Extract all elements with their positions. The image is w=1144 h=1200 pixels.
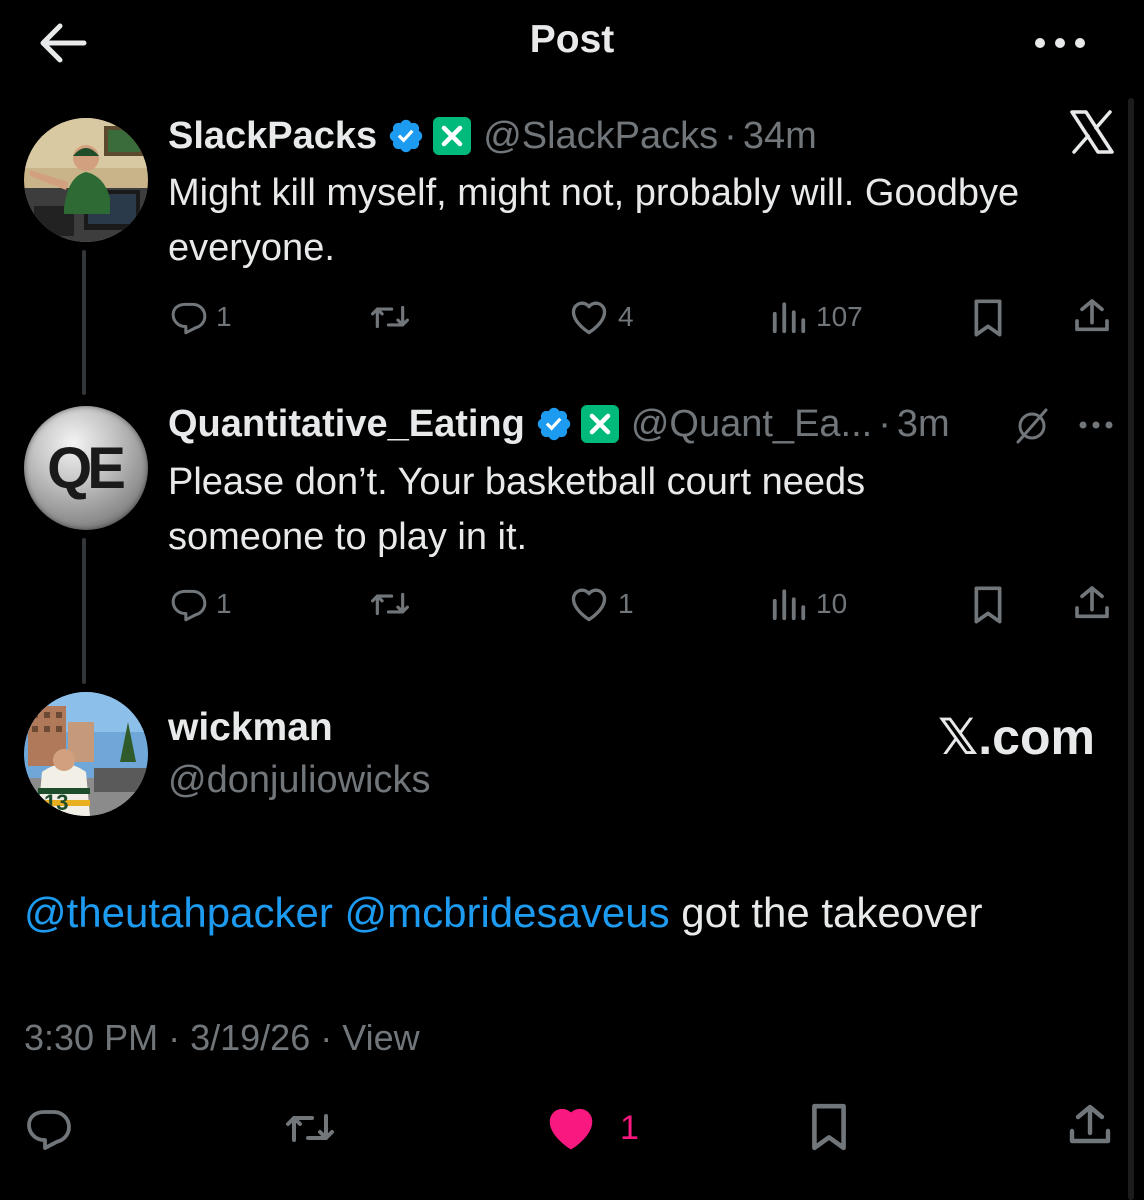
view-link[interactable]: View — [342, 1017, 419, 1058]
separator: · — [878, 402, 891, 445]
heart-icon — [571, 588, 607, 622]
views-button[interactable]: 107 — [770, 298, 863, 336]
more-icon — [1035, 38, 1085, 48]
page-title: Post — [529, 18, 615, 61]
verified-badge-icon — [537, 407, 571, 441]
views-icon — [772, 589, 806, 621]
avatar[interactable]: 13 — [24, 692, 148, 816]
svg-text:13: 13 — [44, 790, 68, 815]
post-text-line: Please don’t. Your basketball court need… — [168, 461, 866, 503]
repost-button[interactable] — [282, 1104, 346, 1152]
reply-button[interactable]: 1 — [170, 298, 232, 336]
x-affiliate-badge-icon — [433, 117, 472, 155]
post-time: 3:30 PM — [24, 1017, 159, 1058]
bookmark-icon — [974, 299, 1002, 337]
reply-icon — [171, 302, 207, 335]
post-header: Quantitative_Eating @Quant_Ea... · 3m — [168, 399, 950, 449]
more-options-button[interactable] — [1030, 28, 1090, 58]
post-text: Might kill myself, might not, probably w… — [168, 166, 1118, 276]
repost-button[interactable] — [368, 585, 420, 623]
like-button[interactable]: 1 — [568, 585, 634, 623]
repost-button[interactable] — [368, 298, 420, 336]
handle[interactable]: @SlackPacks — [483, 115, 718, 158]
bookmark-icon — [812, 1103, 846, 1151]
scrollbar[interactable] — [1128, 98, 1134, 1200]
repost-icon — [286, 1114, 334, 1142]
handle[interactable]: @donjuliowicks — [168, 759, 430, 802]
avatar-photo: 13 — [24, 692, 148, 816]
avatar[interactable] — [24, 118, 148, 242]
reply-icon — [27, 1110, 71, 1150]
like-count: 4 — [618, 301, 634, 332]
reply-icon — [171, 589, 207, 622]
like-button[interactable]: 1 — [544, 1104, 639, 1152]
share-button[interactable] — [1072, 296, 1120, 336]
post-more-button[interactable] — [1076, 414, 1116, 436]
view-count: 10 — [816, 588, 848, 619]
post-header: SlackPacks @SlackPacks · 34m — [168, 111, 817, 161]
x-logo-icon — [1068, 108, 1116, 156]
post-body: got the takeover — [681, 889, 983, 936]
views-button[interactable]: 10 — [770, 585, 847, 623]
mention-link[interactable]: @theutahpacker — [24, 889, 333, 936]
avatar[interactable]: QE — [24, 406, 148, 530]
post-text-line: Might kill myself, might not, probably w… — [168, 172, 1020, 214]
share-icon — [1075, 586, 1109, 619]
share-button[interactable] — [1066, 1100, 1122, 1150]
display-name[interactable]: Quantitative_Eating — [168, 403, 525, 446]
repost-icon — [371, 592, 409, 616]
repost-icon — [371, 305, 409, 329]
x-affiliate-badge-icon — [580, 405, 619, 443]
reply-count: 1 — [216, 588, 232, 619]
separator: · — [320, 1017, 333, 1058]
like-button[interactable]: 4 — [568, 298, 634, 336]
view-count: 107 — [816, 301, 863, 332]
heart-icon — [571, 301, 607, 335]
handle[interactable]: @Quant_Ea... — [631, 403, 872, 446]
avatar-photo — [24, 118, 148, 242]
post-text-line: someone to play in it. — [168, 516, 528, 558]
x-com-watermark: 𝕏.com — [938, 709, 1095, 765]
mention-link[interactable]: @mcbridesaveus — [345, 889, 670, 936]
bookmark-button[interactable] — [806, 1102, 860, 1152]
heart-filled-icon — [549, 1108, 593, 1150]
more-icon — [1079, 421, 1113, 429]
post-text: Please don’t. Your basketball court need… — [168, 455, 1118, 565]
separator: · — [168, 1017, 181, 1058]
thread-line — [82, 538, 86, 684]
share-button[interactable] — [1072, 583, 1120, 623]
post-meta: 3:30 PM · 3/19/26 · View — [24, 1017, 420, 1059]
separator: · — [724, 114, 737, 157]
bookmark-icon — [974, 586, 1002, 624]
share-icon — [1069, 1104, 1111, 1144]
bookmark-button[interactable] — [970, 298, 1014, 338]
bookmark-button[interactable] — [970, 585, 1014, 625]
reply-button[interactable]: 1 — [170, 585, 232, 623]
avatar-text: QE — [47, 435, 126, 501]
post-text: @theutahpacker @mcbridesaveus got the ta… — [24, 889, 982, 937]
post-text-line: everyone. — [168, 227, 335, 269]
like-count: 1 — [618, 588, 634, 619]
timestamp[interactable]: 3m — [897, 403, 950, 446]
verified-badge-icon — [389, 119, 423, 153]
reply-count: 1 — [216, 301, 232, 332]
views-icon — [772, 302, 806, 334]
timestamp[interactable]: 34m — [743, 115, 817, 158]
share-icon — [1075, 299, 1109, 332]
display-name[interactable]: SlackPacks — [168, 115, 377, 158]
grok-icon[interactable] — [1012, 406, 1052, 446]
thread-line — [82, 250, 86, 395]
post-date: 3/19/26 — [190, 1017, 311, 1058]
reply-button[interactable] — [24, 1104, 82, 1152]
display-name[interactable]: wickman — [168, 706, 333, 750]
like-count: 1 — [620, 1108, 639, 1147]
